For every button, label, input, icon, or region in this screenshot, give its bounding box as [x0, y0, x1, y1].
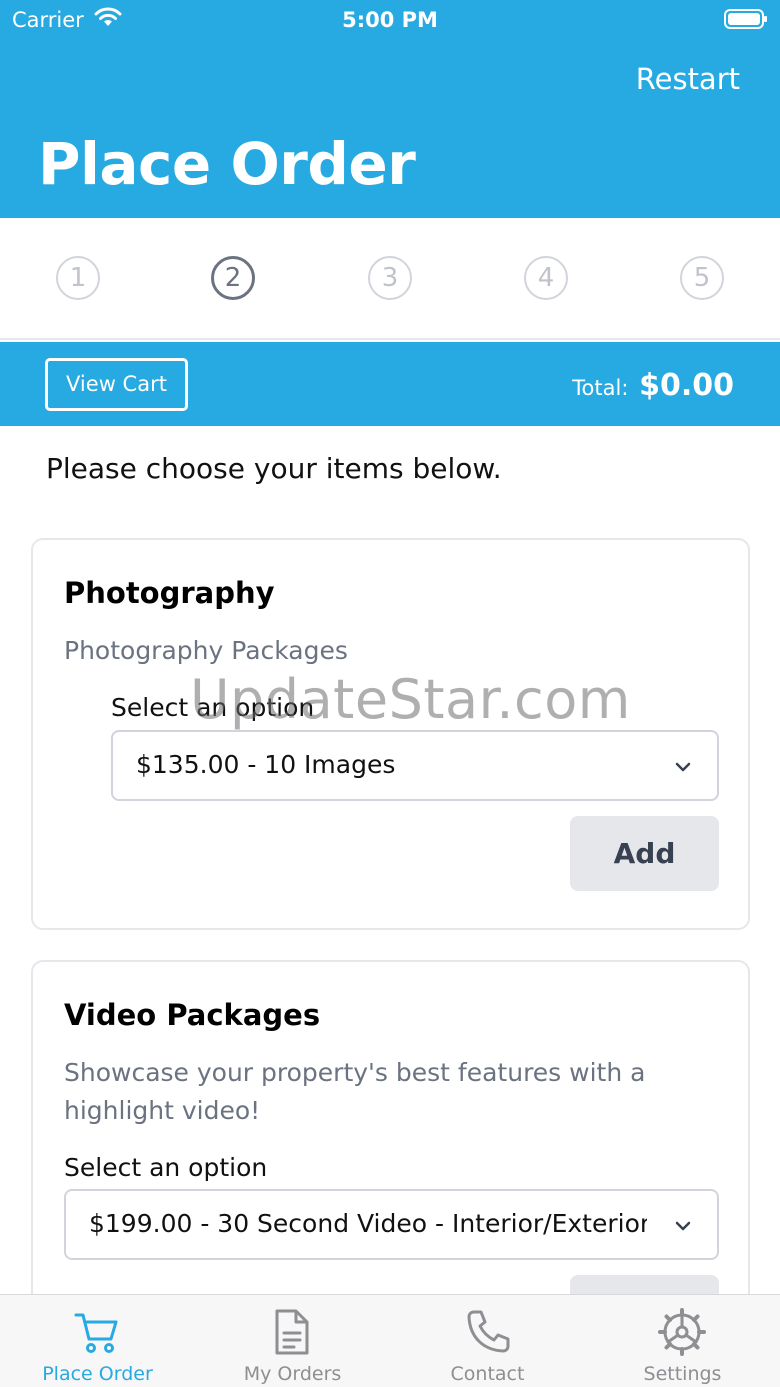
app-header: Carrier 5:00 PM Restart Place Order [0, 0, 780, 218]
chevron-down-icon [675, 1221, 691, 1231]
watermark: UpdateStar.com [190, 668, 631, 731]
add-photography-button[interactable]: Add [570, 816, 719, 891]
tab-label: Settings [643, 1363, 722, 1385]
tab-label: My Orders [243, 1363, 342, 1385]
tab-label: Contact [450, 1363, 525, 1385]
card-title: Video Packages [64, 998, 321, 1032]
card-description: Photography Packages [64, 636, 348, 665]
battery-icon [724, 9, 767, 29]
photography-option-select[interactable]: $135.00 - 10 Images [111, 730, 719, 801]
tab-label: Place Order [42, 1363, 153, 1385]
step-2[interactable]: 2 [211, 256, 255, 300]
card-description-line-2: highlight video! [64, 1096, 261, 1125]
product-card-video: Video Packages Showcase your property's … [31, 960, 750, 1350]
tab-contact[interactable]: Contact [390, 1295, 585, 1387]
step-1[interactable]: 1 [56, 256, 100, 300]
select-value: $135.00 - 10 Images [136, 750, 396, 779]
select-value: $199.00 - 30 Second Video - Interior/Ext… [89, 1209, 647, 1238]
card-title: Photography [64, 576, 275, 610]
status-time: 5:00 PM [342, 8, 438, 32]
tab-my-orders[interactable]: My Orders [195, 1295, 390, 1387]
status-bar: Carrier 5:00 PM [0, 0, 780, 40]
product-card-photography: Photography Photography Packages Select … [31, 538, 750, 930]
phone-icon [467, 1310, 510, 1353]
cart-total: Total: $0.00 [572, 368, 734, 403]
cart-icon [74, 1313, 118, 1353]
step-5[interactable]: 5 [680, 256, 724, 300]
page-title: Place Order [38, 130, 416, 198]
total-value: $0.00 [639, 368, 734, 403]
tab-settings[interactable]: Settings [585, 1295, 780, 1387]
intro-text: Please choose your items below. [46, 452, 502, 485]
card-description-line-1: Showcase your property's best features w… [64, 1058, 646, 1087]
select-label: Select an option [64, 1153, 268, 1182]
chevron-down-icon [675, 762, 691, 772]
view-cart-button[interactable]: View Cart [45, 358, 188, 411]
tab-place-order[interactable]: Place Order [0, 1295, 195, 1387]
step-4[interactable]: 4 [524, 256, 568, 300]
step-3[interactable]: 3 [368, 256, 412, 300]
total-label: Total: [572, 376, 629, 400]
gear-icon [658, 1308, 706, 1356]
document-icon [275, 1309, 309, 1355]
cart-bar: View Cart Total: $0.00 [0, 342, 780, 426]
step-indicator: 1 2 3 4 5 [0, 218, 780, 340]
restart-button[interactable]: Restart [636, 62, 740, 96]
tab-bar: Place Order My Orders Contact Settings [0, 1294, 780, 1387]
video-option-select[interactable]: $199.00 - 30 Second Video - Interior/Ext… [64, 1189, 719, 1260]
